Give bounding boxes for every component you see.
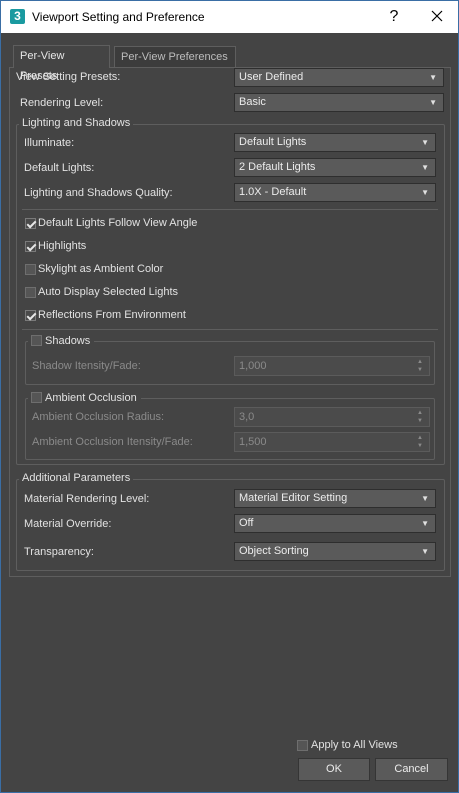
highlights-label: Highlights <box>38 240 87 252</box>
material-override-dropdown[interactable]: Off ▼ <box>234 514 436 533</box>
chevron-down-icon: ▼ <box>421 494 429 503</box>
auto-display-lights-label: Auto Display Selected Lights <box>38 286 179 298</box>
lighting-quality-dropdown[interactable]: 1.0X - Default ▼ <box>234 183 436 202</box>
default-lights-value: 2 Default Lights <box>239 161 316 173</box>
transparency-label: Transparency: <box>24 546 94 558</box>
additional-parameters-title: Additional Parameters <box>19 472 134 484</box>
ok-button[interactable]: OK <box>298 758 370 781</box>
chevron-down-icon: ▼ <box>429 98 437 107</box>
view-setting-presets-dropdown[interactable]: User Defined ▼ <box>234 68 444 87</box>
material-rendering-level-dropdown[interactable]: Material Editor Setting ▼ <box>234 489 436 508</box>
spinner-arrows-icon[interactable]: ▲ ▼ <box>417 409 425 425</box>
skylight-ambient-checkbox[interactable] <box>25 264 36 275</box>
tab-per-view-presets[interactable]: Per-View Presets <box>13 45 110 82</box>
illuminate-value: Default Lights <box>239 136 307 148</box>
ambient-occlusion-checkbox[interactable] <box>31 392 42 403</box>
chevron-down-icon: ▼ <box>421 519 429 528</box>
shadows-group-header: Shadows <box>28 335 95 347</box>
tab-per-view-preferences[interactable]: Per-View Preferences <box>114 46 236 68</box>
title-bar[interactable]: 3 Viewport Setting and Preference ? <box>1 1 458 33</box>
default-lights-follow-label: Default Lights Follow View Angle <box>38 217 198 229</box>
reflections-environment-checkbox[interactable] <box>25 310 36 321</box>
ao-intensity-value: 1,500 <box>239 436 267 448</box>
transparency-dropdown[interactable]: Object Sorting ▼ <box>234 542 436 561</box>
ao-intensity-label: Ambient Occlusion Itensity/Fade: <box>32 436 193 448</box>
highlights-checkbox[interactable] <box>25 241 36 252</box>
illuminate-dropdown[interactable]: Default Lights ▼ <box>234 133 436 152</box>
ao-radius-value: 3,0 <box>239 411 255 423</box>
illuminate-label: Illuminate: <box>24 137 75 149</box>
default-lights-follow-checkbox[interactable] <box>25 218 36 229</box>
close-icon <box>431 10 443 22</box>
ao-intensity-spinner[interactable]: 1,500 ▲ ▼ <box>234 432 430 452</box>
spinner-arrows-icon[interactable]: ▲ ▼ <box>417 358 425 374</box>
rendering-level-dropdown[interactable]: Basic ▼ <box>234 93 444 112</box>
material-override-label: Material Override: <box>24 518 112 530</box>
shadows-checkbox[interactable] <box>31 335 42 346</box>
view-setting-presets-value: User Defined <box>239 71 304 83</box>
skylight-ambient-label: Skylight as Ambient Color <box>38 263 164 275</box>
ao-radius-label: Ambient Occlusion Radius: <box>32 411 165 423</box>
divider <box>22 329 438 330</box>
shadow-intensity-spinner[interactable]: 1,000 ▲ ▼ <box>234 356 430 376</box>
lighting-shadows-title: Lighting and Shadows <box>19 117 134 129</box>
rendering-level-label: Rendering Level: <box>20 97 104 109</box>
viewport-settings-dialog: 3 Viewport Setting and Preference ? Per-… <box>0 0 459 793</box>
apply-all-views-label: Apply to All Views <box>311 739 398 751</box>
chevron-down-icon: ▼ <box>421 163 429 172</box>
reflections-environment-label: Reflections From Environment <box>38 309 186 321</box>
rendering-level-value: Basic <box>239 96 266 108</box>
material-override-value: Off <box>239 517 254 529</box>
divider <box>22 209 438 210</box>
cancel-button[interactable]: Cancel <box>375 758 448 781</box>
shadows-title: Shadows <box>45 335 91 347</box>
ambient-occlusion-header: Ambient Occlusion <box>28 392 141 404</box>
default-lights-label: Default Lights: <box>24 162 95 174</box>
lighting-quality-label: Lighting and Shadows Quality: <box>24 187 173 199</box>
ambient-occlusion-title: Ambient Occlusion <box>45 392 137 404</box>
auto-display-lights-checkbox[interactable] <box>25 287 36 298</box>
close-button[interactable] <box>419 4 455 30</box>
chevron-down-icon: ▼ <box>421 138 429 147</box>
window-title: Viewport Setting and Preference <box>32 10 205 24</box>
help-button[interactable]: ? <box>379 4 409 30</box>
app-logo-icon: 3 <box>10 9 25 24</box>
material-rendering-level-label: Material Rendering Level: <box>24 493 150 505</box>
ao-radius-spinner[interactable]: 3,0 ▲ ▼ <box>234 407 430 427</box>
chevron-down-icon: ▼ <box>421 188 429 197</box>
spinner-arrows-icon[interactable]: ▲ ▼ <box>417 434 425 450</box>
apply-all-views-checkbox[interactable] <box>297 740 308 751</box>
transparency-value: Object Sorting <box>239 545 309 557</box>
default-lights-dropdown[interactable]: 2 Default Lights ▼ <box>234 158 436 177</box>
material-rendering-level-value: Material Editor Setting <box>239 492 348 504</box>
shadow-intensity-label: Shadow Itensity/Fade: <box>32 360 141 372</box>
shadow-intensity-value: 1,000 <box>239 360 267 372</box>
lighting-quality-value: 1.0X - Default <box>239 186 307 198</box>
chevron-down-icon: ▼ <box>429 73 437 82</box>
chevron-down-icon: ▼ <box>421 547 429 556</box>
